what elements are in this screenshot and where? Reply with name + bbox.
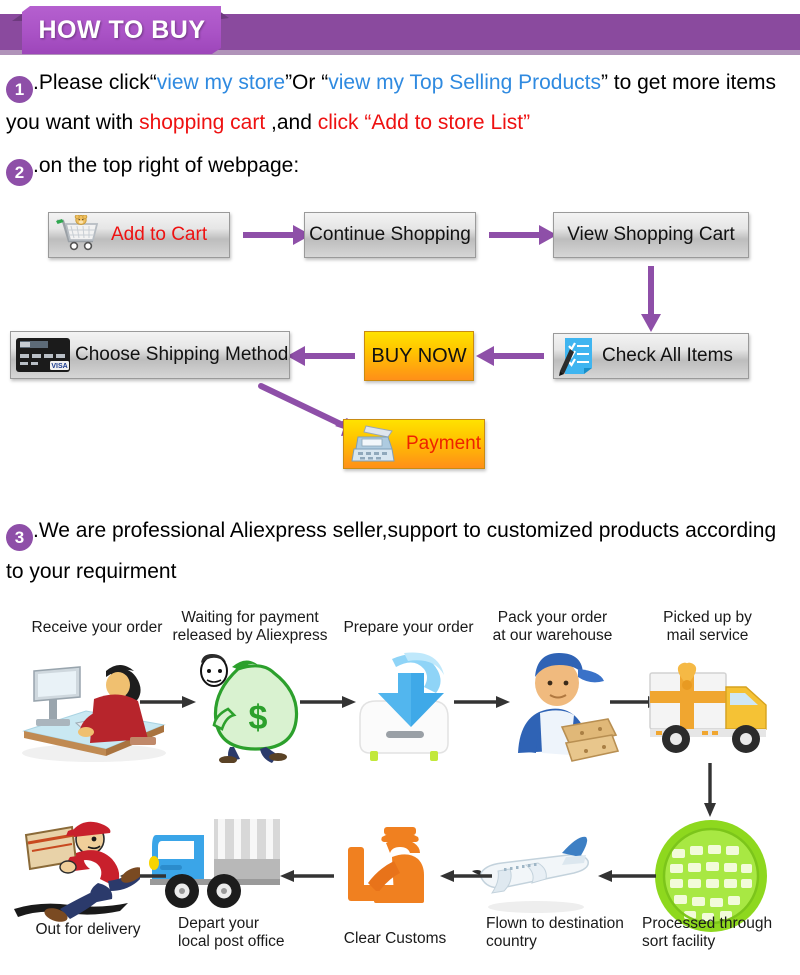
flow-button-label: Add to Cart	[111, 224, 208, 245]
shopping-cart-icon	[56, 215, 99, 251]
flow-button-continue-shopping[interactable]: Continue Shopping	[304, 212, 476, 258]
flow-button-label: Continue Shopping	[309, 224, 471, 245]
running-courier-icon	[14, 821, 140, 922]
step-number-badge: 2	[6, 159, 33, 186]
download-box-icon	[359, 652, 449, 761]
flow-button-choose-shipping-method[interactable]: VISA Choose Shipping Method	[10, 331, 290, 379]
shipping-arrow-6	[598, 870, 656, 882]
instruction-text: shopping cart	[139, 111, 266, 134]
flow-button-label: BUY NOW	[371, 344, 467, 367]
shipping-arrow-5-vertical	[704, 763, 716, 817]
shipping-caption-pack-your-order: Pack your order at our warehouse	[492, 609, 613, 644]
instruction-text: .on the top right of webpage:	[33, 154, 300, 177]
step-number-badge: 1	[6, 76, 33, 103]
instruction-line-5: to your requirment	[6, 561, 176, 582]
cash-register-icon	[351, 425, 395, 462]
shipping-caption-receive-your-order: Receive your order	[31, 619, 163, 636]
shipping-caption-clear-customs: Clear Customs	[343, 930, 447, 947]
shipping-arrow-1	[140, 696, 196, 708]
credit-card-icon: VISA	[16, 338, 70, 372]
flow-button-add-to-cart[interactable]: Add to Cart	[48, 212, 230, 258]
shipping-process-illustration: Receive your order Waiting for payment r…	[0, 605, 800, 975]
instruction-text: to your requirment	[6, 560, 177, 583]
instruction-line-3: 2 .on the top right of webpage:	[6, 155, 299, 186]
page-title: HOW TO BUY	[38, 15, 206, 44]
svg-text:VISA: VISA	[51, 363, 67, 370]
shipping-caption-picked-up-by-mail-service: Picked up by mail service	[663, 609, 752, 644]
flow-button-check-all-items[interactable]: Check All Items	[553, 333, 749, 379]
flow-arrow-view-cart-to-check-items	[641, 266, 661, 332]
shipping-caption-flown-to-destination-country: Flown to destination country	[486, 915, 624, 950]
instruction-text: .Please click“	[33, 71, 157, 94]
instruction-line-4: 3 .We are professional Aliexpress seller,…	[6, 520, 776, 551]
header-ribbon: HOW TO BUY	[22, 6, 221, 54]
instruction-text: .We are professional Aliexpress seller,s…	[33, 519, 777, 542]
shipping-caption-out-for-delivery: Out for delivery	[35, 921, 141, 938]
step-number-badge: 3	[6, 524, 33, 551]
page-header: HOW TO BUY	[0, 0, 800, 62]
instruction-text: ,and	[265, 111, 318, 134]
customs-officer-icon	[348, 827, 424, 903]
instruction-line-2: you want with shopping cart ,and click “…	[6, 112, 530, 133]
shipping-caption-processed-through-sort-facility: Processed through sort facility	[642, 915, 773, 950]
instruction-text: you want with	[6, 111, 140, 134]
shipping-caption-waiting-for-payment: Waiting for payment released by Aliexpre…	[172, 609, 328, 644]
flow-button-label: Choose Shipping Method	[75, 344, 289, 365]
delivery-truck-icon	[649, 662, 767, 753]
instruction-text: ” to get more items	[600, 71, 777, 94]
purchase-flow-diagram: Add to Cart Continue Shopping View Shopp…	[0, 200, 800, 490]
flow-button-label: View Shopping Cart	[567, 224, 735, 245]
flow-button-payment[interactable]: Payment	[343, 419, 485, 469]
instruction-text: view my Top Selling Products	[328, 71, 601, 94]
flow-arrow-check-items-to-buy-now	[476, 346, 544, 366]
flow-button-view-shopping-cart[interactable]: View Shopping Cart	[553, 212, 749, 258]
worker-packing-icon	[518, 653, 620, 762]
shipping-caption-prepare-your-order: Prepare your order	[343, 619, 474, 636]
instruction-text: view my store	[156, 71, 286, 94]
instruction-text: click “Add to store List”	[317, 111, 531, 134]
checklist-icon	[559, 338, 592, 376]
flow-arrow-buy-now-to-shipping	[287, 346, 355, 366]
flow-button-buy-now[interactable]: BUY NOW	[364, 331, 474, 381]
shipping-caption-depart-your-local-post-office: Depart your local post office	[178, 915, 285, 950]
flow-button-label: Payment	[406, 433, 481, 454]
how-to-buy-page: HOW TO BUY 1 .Please click“view my store”…	[0, 0, 800, 975]
flow-arrow-continue-to-view-cart	[489, 225, 557, 245]
instruction-text: ”Or “	[285, 71, 329, 94]
flow-arrow-cart-to-continue	[243, 225, 311, 245]
instruction-line-1: 1 .Please click“view my store”Or “view my…	[6, 72, 776, 103]
flow-button-label: Check All Items	[602, 345, 733, 366]
svg-text:$: $	[249, 699, 268, 737]
